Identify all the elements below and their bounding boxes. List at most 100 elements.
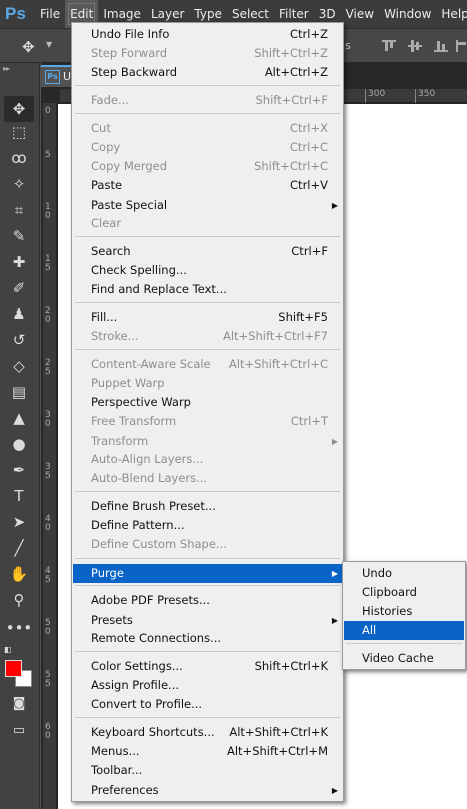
submenu-arrow-icon: ▶ [331,786,338,795]
clone-stamp-tool-icon[interactable]: ♟ [4,301,34,327]
align-left-icon[interactable] [456,40,466,52]
eyedropper-tool-icon[interactable]: ✎ [4,223,34,249]
purge-item-clipboard[interactable]: Clipboard [344,583,464,602]
menu-item-label: Toolbar... [91,763,143,777]
ruler-tick-label: 25 [45,358,51,377]
menu-item-clear[interactable]: Clear [73,214,342,233]
history-brush-tool-icon[interactable]: ↺ [4,327,34,353]
screen-mode-icon[interactable]: ▭ [4,718,34,744]
lasso-tool-icon[interactable]: ꝏ [4,145,34,171]
menu-item-perspective-warp[interactable]: Perspective Warp [73,393,342,412]
menu-item-stroke[interactable]: Stroke... Alt+Shift+Ctrl+F7 [73,327,342,346]
menu-separator [75,302,340,303]
menu-item-check-spelling[interactable]: Check Spelling... [73,261,342,280]
menu-item-label: Adobe PDF Presets... [91,593,210,607]
menu-item-convert-to-profile[interactable]: Convert to Profile... [73,695,342,714]
chevron-down-icon[interactable]: ▼ [46,40,52,49]
menu-view[interactable]: View [341,0,379,28]
align-top-icon[interactable] [382,40,396,52]
menu-item-label: Clear [91,216,122,230]
menu-item-label: Step Forward [91,46,168,60]
hand-tool-icon[interactable]: ✋ [4,561,34,587]
menu-item-define-custom-shape[interactable]: Define Custom Shape... [73,535,342,554]
menu-item-auto-blend-layers[interactable]: Auto-Blend Layers... [73,469,342,488]
purge-item-undo[interactable]: Undo [344,564,464,583]
more-tools-icon[interactable]: ••• [4,615,34,641]
menu-separator [346,643,462,644]
ruler-tick-label: 0 [45,106,51,116]
eraser-tool-icon[interactable]: ◇ [4,353,34,379]
submenu-arrow-icon: ▶ [331,437,338,446]
collapse-panel-icon[interactable]: ▸▸ [3,64,10,73]
menu-item-define-brush-preset[interactable]: Define Brush Preset... [73,497,342,516]
crop-tool-icon[interactable]: ⌗ [4,197,34,223]
menu-item-label: Copy Merged [91,159,168,173]
menu-item-copy-merged[interactable]: Copy Merged Shift+Ctrl+C [73,157,342,176]
menu-item-shortcut: Alt+Ctrl+Z [264,65,328,79]
menu-item-undo-file-info[interactable]: Undo File Info Ctrl+Z [73,25,342,44]
menu-item-purge[interactable]: Purge ▶ [73,564,342,583]
magic-wand-tool-icon[interactable]: ✧ [4,171,34,197]
menu-separator [75,349,340,350]
menu-item-label: Paste [91,178,123,192]
menu-item-toolbar[interactable]: Toolbar... [73,761,342,780]
menu-item-find-and-replace-text[interactable]: Find and Replace Text... [73,280,342,299]
menu-item-remote-connections[interactable]: Remote Connections... [73,629,342,648]
purge-item-video-cache[interactable]: Video Cache [344,649,464,668]
menu-item-label: Free Transform [91,414,177,428]
align-middle-icon[interactable] [408,40,422,52]
menu-item-label: Convert to Profile... [91,697,203,711]
menu-item-label: Stroke... [91,329,139,343]
blur-tool-icon[interactable]: ▲ [4,405,34,431]
dodge-tool-icon[interactable]: ● [4,431,34,457]
line-tool-icon[interactable]: ╱ [4,535,34,561]
menu-item-preferences[interactable]: Preferences ▶ [73,781,342,800]
menu-item-content-aware-scale[interactable]: Content-Aware Scale Alt+Shift+Ctrl+C [73,355,342,374]
menu-item-copy[interactable]: Copy Ctrl+C [73,138,342,157]
menu-item-assign-profile[interactable]: Assign Profile... [73,676,342,695]
menu-item-label: Define Pattern... [91,518,185,532]
move-tool-preset-icon[interactable]: ✥ [22,38,35,56]
menu-item-adobe-pdf-presets[interactable]: Adobe PDF Presets... [73,591,342,610]
menu-help[interactable]: Help [436,0,467,28]
menu-item-keyboard-shortcuts[interactable]: Keyboard Shortcuts... Alt+Shift+Ctrl+K [73,723,342,742]
menu-item-fill[interactable]: Fill... Shift+F5 [73,308,342,327]
healing-brush-tool-icon[interactable]: ✚ [4,249,34,275]
menu-window[interactable]: Window [379,0,436,28]
gradient-tool-icon[interactable]: ▤ [4,379,34,405]
menu-item-free-transform[interactable]: Free Transform Ctrl+T [73,412,342,431]
menu-item-presets[interactable]: Presets ▶ [73,611,342,630]
menu-item-color-settings[interactable]: Color Settings... Shift+Ctrl+K [73,657,342,676]
menu-file[interactable]: File [35,0,65,28]
brush-tool-icon[interactable]: ✐ [4,275,34,301]
menu-item-paste[interactable]: Paste Ctrl+V [73,176,342,195]
align-bottom-icon[interactable] [434,40,448,52]
type-tool-icon[interactable]: T [4,483,34,509]
zoom-tool-icon[interactable]: ⚲ [4,587,34,613]
menu-item-step-backward[interactable]: Step Backward Alt+Ctrl+Z [73,63,342,82]
quick-mask-icon[interactable]: ◙ [4,691,34,717]
menu-item-shortcut: Shift+Ctrl+Z [254,46,328,60]
menu-item-fade[interactable]: Fade... Shift+Ctrl+F [73,91,342,110]
menu-item-auto-align-layers[interactable]: Auto-Align Layers... [73,450,342,469]
marquee-tool-icon[interactable]: ⬚ [4,119,34,145]
document-ps-icon: Ps [45,70,60,84]
menu-item-cut[interactable]: Cut Ctrl+X [73,119,342,138]
purge-item-histories[interactable]: Histories [344,602,464,621]
menu-separator [75,236,340,237]
document-tab[interactable]: Ps U [41,65,71,87]
menu-item-search[interactable]: Search Ctrl+F [73,242,342,261]
menu-item-paste-special[interactable]: Paste Special ▶ [73,196,342,215]
path-selection-tool-icon[interactable]: ➤ [4,509,34,535]
menu-item-shortcut: Ctrl+T [290,414,328,428]
menu-item-step-forward[interactable]: Step Forward Shift+Ctrl+Z [73,44,342,63]
menu-item-menus[interactable]: Menus... Alt+Shift+Ctrl+M [73,742,342,761]
ruler-tick-label: 5 [45,150,51,160]
menu-item-puppet-warp[interactable]: Puppet Warp [73,374,342,393]
pen-tool-icon[interactable]: ✒ [4,457,34,483]
foreground-color-swatch[interactable] [5,660,22,677]
menu-item-transform[interactable]: Transform ▶ [73,432,342,451]
menu-item-define-pattern[interactable]: Define Pattern... [73,516,342,535]
default-colors-icon[interactable]: ◧ [4,645,12,654]
purge-item-all[interactable]: All [344,621,464,640]
